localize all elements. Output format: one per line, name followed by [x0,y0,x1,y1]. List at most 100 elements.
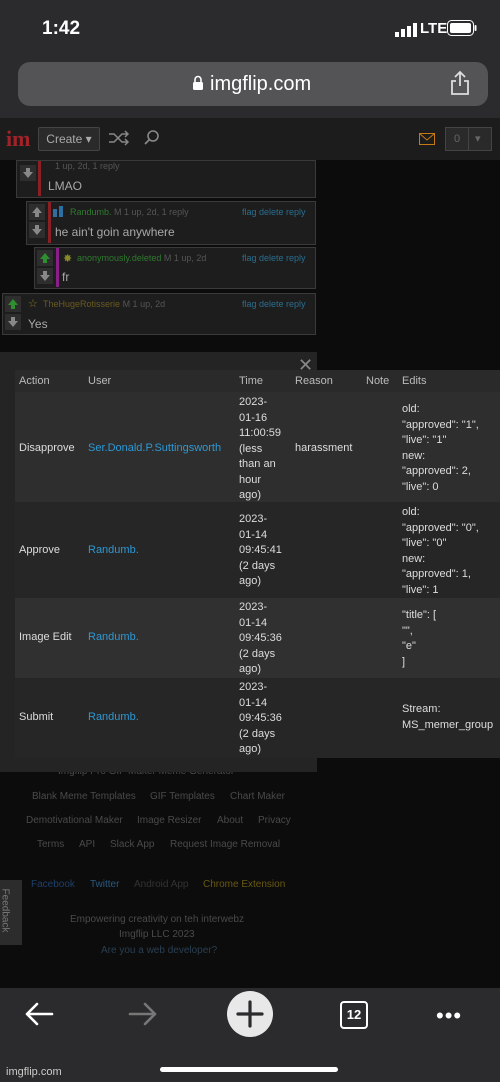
comment-indent-bar [48,202,51,243]
new-tab-button[interactable] [227,991,273,1037]
footer-link[interactable]: Terms [37,839,64,850]
action-cell: Submit [19,711,54,723]
comment-username[interactable]: anonymously.deleted [77,253,161,263]
time-cell: 2023- 01-14 09:45:36 (2 days ago) [239,681,282,755]
plus-icon [236,1000,264,1028]
comment-indent-bar [56,248,59,287]
comment-text: Yes [28,317,48,331]
bottom-url: imgflip.com [6,1066,62,1078]
tab-switcher-button[interactable]: 12 [340,1001,368,1029]
footer-link[interactable]: About [217,815,243,826]
clock: 1:42 [42,18,81,39]
upvote-button[interactable] [29,204,45,220]
footer-link[interactable]: API [79,839,95,850]
footer-link[interactable]: GIF Templates [150,791,215,802]
footer-link[interactable]: Image Resizer [137,815,201,826]
arrow-up-icon [32,207,42,217]
star-icon: ☆ [28,298,38,310]
time-cell: 2023- 01-16 11:00:59 (less than an hour … [239,396,282,501]
arrow-down-icon [32,225,42,235]
android-app-link[interactable]: Android App [134,879,189,890]
edits-cell: old: "approved": "0", "live": "0" new: "… [402,506,479,596]
user-link[interactable]: Randumb. [88,710,139,726]
url-text[interactable]: imgflip.com [210,73,311,96]
create-label: Create [46,132,83,146]
facebook-link[interactable]: Facebook [31,879,75,890]
arrow-down-icon [40,271,50,281]
footer-link[interactable]: Blank Meme Templates [32,791,136,802]
user-link[interactable]: Ser.Donald.P.Suttingsworth [88,441,221,457]
reason-cell: harassment [295,442,353,454]
notification-dropdown[interactable]: 0 ▾ [445,127,492,151]
footer-link[interactable]: Request Image Removal [170,839,280,850]
back-arrow-icon[interactable] [24,1001,54,1027]
column-header-note: Note [366,375,390,387]
home-indicator [160,1067,338,1072]
web-developer-link[interactable]: Are you a web developer? [101,945,217,956]
comment-actions[interactable]: flag delete reply [242,253,306,263]
column-header-time: Time [239,375,264,387]
column-header-user: User [88,375,112,387]
feedback-label: Feedback [0,888,11,933]
mail-icon[interactable] [419,133,435,145]
comment-actions[interactable]: flag delete reply [242,299,306,309]
column-header-reason: Reason [295,375,333,387]
footer-link[interactable]: Privacy [258,815,291,826]
comment-meta: M 1 up, 2d, 1 reply [114,207,189,217]
arrow-down-icon [23,168,33,178]
arrow-up-icon [8,299,18,309]
battery-icon [447,20,477,36]
footer-tagline: Empowering creativity on teh interwebz [70,914,244,925]
comment-text: LMAO [48,179,83,193]
user-link[interactable]: Randumb. [88,543,139,559]
upvote-button[interactable] [5,296,21,312]
comment-username[interactable]: TheHugeRotisserie [43,299,120,309]
forward-arrow-icon[interactable] [128,1001,158,1027]
action-cell: Disapprove [19,442,75,454]
downvote-button[interactable] [29,222,45,238]
chrome-extension-link[interactable]: Chrome Extension [203,879,285,890]
twitter-link[interactable]: Twitter [90,879,119,890]
more-menu-icon[interactable]: ••• [436,1003,462,1029]
lock-icon [193,75,203,90]
chevron-down-icon: ▾ [475,133,481,145]
footer-link[interactable]: Chart Maker [230,791,285,802]
time-cell: 2023- 01-14 09:45:36 (2 days ago) [239,601,282,675]
edits-cell: "title": [ "", "e" ] [402,609,437,668]
column-header-edits: Edits [402,375,427,387]
column-header-action: Action [19,375,50,387]
time-cell: 2023- 01-14 09:45:41 (2 days ago) [239,513,282,587]
footer-link[interactable]: Slack App [110,839,154,850]
create-button[interactable]: Create ▾ [38,127,100,151]
arrow-up-icon [40,253,50,263]
comment-meta: 1 up, 2d, 1 reply [55,161,120,171]
downvote-button[interactable] [37,268,53,284]
action-cell: Approve [19,544,60,556]
comment-meta: M 1 up, 2d [122,299,166,309]
action-cell: Image Edit [19,631,72,643]
search-icon[interactable] [143,129,161,147]
comment-text: he ain't goin anywhere [55,225,175,239]
comment-meta: M 1 up, 2d [163,253,207,263]
comment-indent-bar [38,161,41,196]
comment-text: fr [62,270,70,284]
user-link[interactable]: Randumb. [88,630,139,646]
footer-copyright: Imgflip LLC 2023 [119,929,195,940]
avatar-icon: ✸ [63,253,73,265]
avatar[interactable] [53,206,65,217]
shuffle-icon[interactable] [108,130,130,146]
downvote-button[interactable] [5,314,21,330]
downvote-button[interactable] [20,165,36,181]
edits-cell: Stream: MS_memer_group [402,703,494,731]
site-logo[interactable]: im [6,126,30,152]
arrow-down-icon [8,317,18,327]
footer-link[interactable]: Demotivational Maker [26,815,123,826]
edits-cell: old: "approved": "1", "live": "1" new: "… [402,403,479,493]
comment-username[interactable]: Randumb. [70,207,112,217]
comment-actions[interactable]: flag delete reply [242,207,306,217]
network-label: LTE [420,20,448,37]
share-icon[interactable] [449,70,471,96]
signal-icon [395,23,417,37]
upvote-button[interactable] [37,250,53,266]
notification-count: 0 [454,133,461,145]
